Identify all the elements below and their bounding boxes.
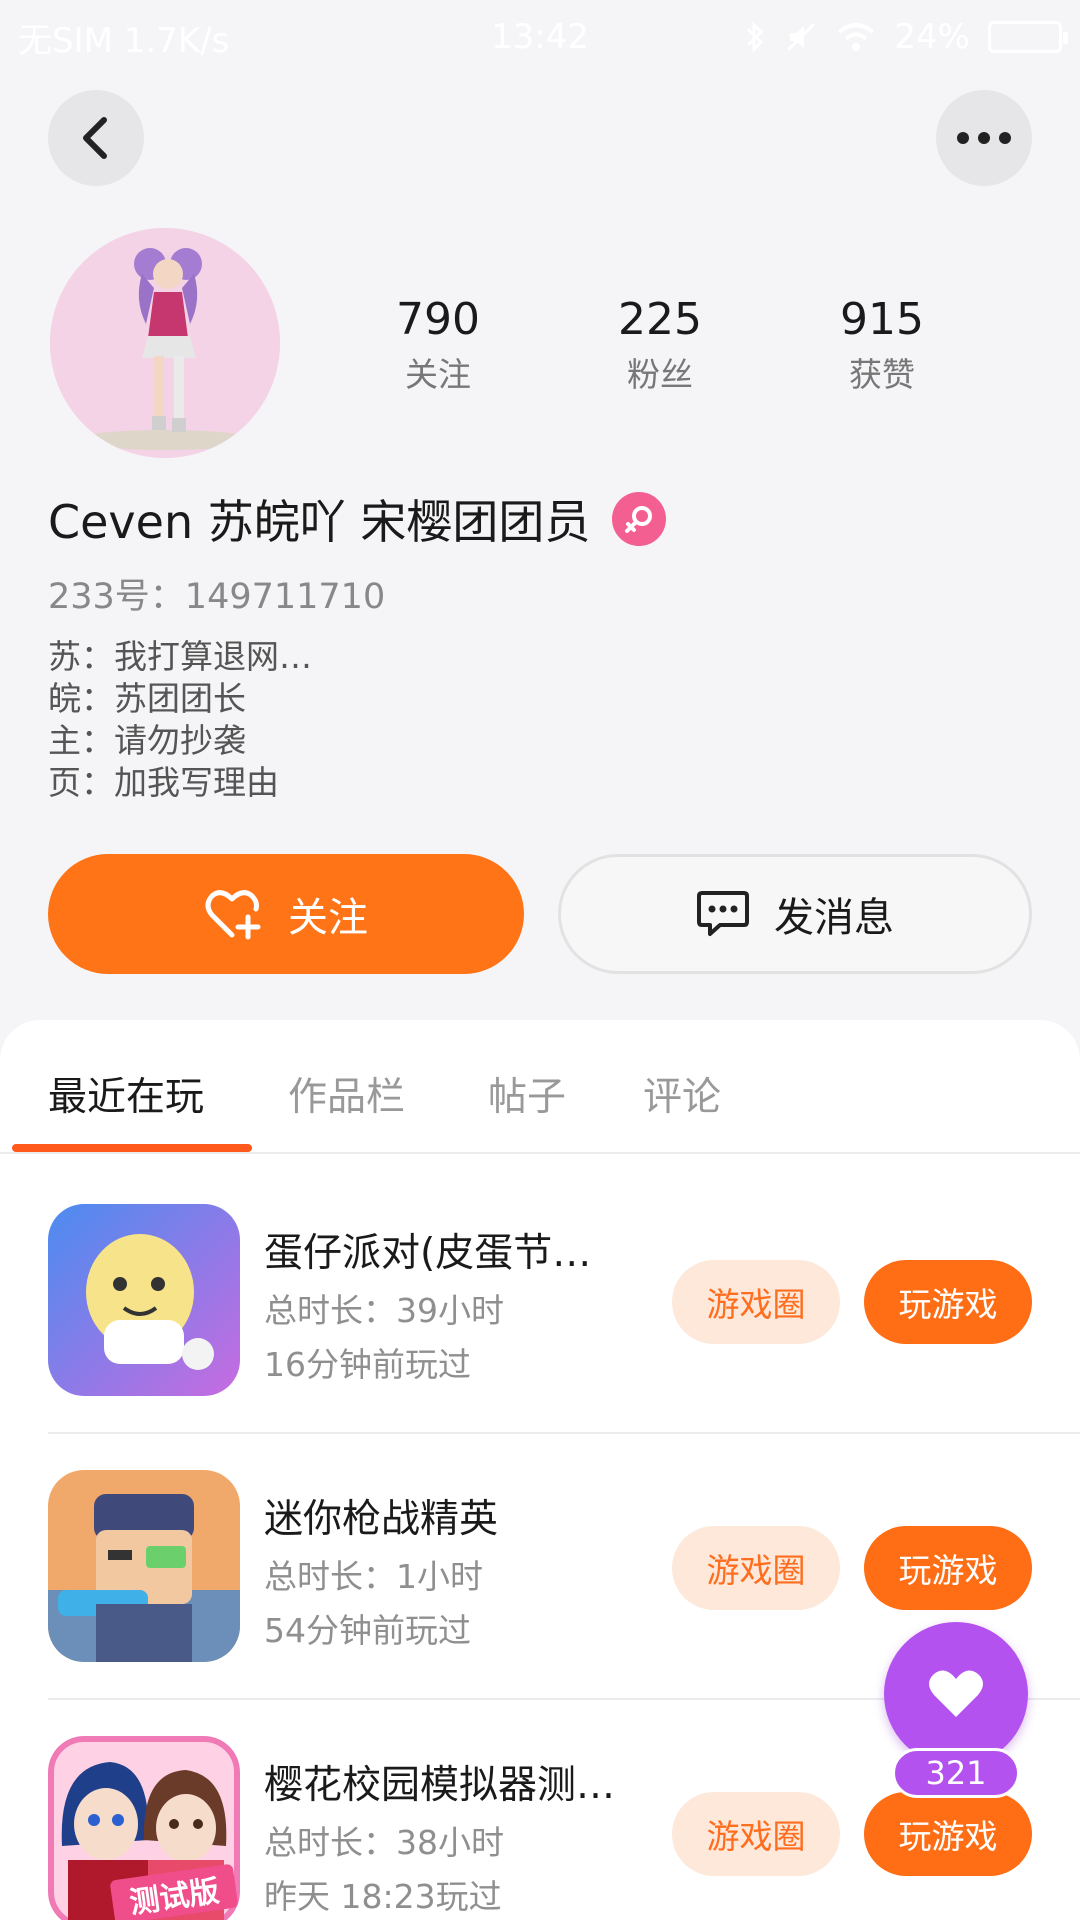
stat-likes-count: 915 — [840, 294, 924, 345]
back-button[interactable] — [48, 90, 144, 186]
game-name: 蛋仔派对(皮蛋节… — [264, 1231, 592, 1276]
play-game-button[interactable]: 玩游戏 — [864, 1526, 1032, 1610]
game-circle-button[interactable]: 游戏圈 — [672, 1526, 840, 1610]
tab-active-indicator — [12, 1144, 252, 1152]
game-total-playtime: 总时长：1小时 — [264, 1557, 483, 1596]
bio-line: 苏：我打算退网… — [48, 637, 312, 676]
play-game-button[interactable]: 玩游戏 — [864, 1260, 1032, 1344]
game-total-playtime: 总时长：39小时 — [264, 1291, 504, 1330]
tab-posts[interactable]: 帖子 — [488, 1066, 566, 1122]
divider — [48, 1432, 1080, 1434]
status-bar: 无SIM 1.7K/s 13:42 24% — [0, 0, 1080, 74]
bio-line: 皖：苏团团长 — [48, 679, 246, 718]
game-circle-button[interactable]: 游戏圈 — [672, 1260, 840, 1344]
chevron-left-icon — [83, 117, 107, 159]
stat-following[interactable]: 790 关注 — [338, 292, 538, 398]
follow-button-label: 关注 — [288, 895, 368, 941]
game-icon[interactable] — [48, 1470, 240, 1662]
gender-badge — [612, 492, 667, 546]
stat-likes-label: 获赞 — [849, 355, 915, 394]
heart-plus-icon — [205, 890, 261, 940]
heart-icon — [929, 1670, 983, 1717]
stat-fans-label: 粉丝 — [627, 355, 693, 394]
like-floating-button[interactable] — [884, 1622, 1028, 1766]
game-name: 樱花校园模拟器测… — [264, 1763, 616, 1808]
profile-tabs: 最近在玩 作品栏 帖子 评论 — [0, 1020, 1080, 1154]
avatar[interactable] — [50, 228, 280, 458]
game-name: 迷你枪战精英 — [264, 1497, 499, 1542]
game-icon[interactable] — [48, 1204, 240, 1396]
send-message-button-label: 发消息 — [774, 895, 894, 941]
game-last-played: 昨天 18:23玩过 — [264, 1877, 502, 1916]
play-game-button[interactable]: 玩游戏 — [864, 1792, 1032, 1876]
chat-bubble-icon — [697, 891, 749, 936]
stat-following-label: 关注 — [405, 355, 471, 394]
eggy-party-game-image — [48, 1204, 240, 1396]
username-row: Ceven 苏皖吖 宋樱团团员 — [48, 486, 667, 552]
game-last-played: 16分钟前玩过 — [264, 1345, 471, 1384]
tab-comments[interactable]: 评论 — [643, 1066, 721, 1122]
game-total-playtime: 总时长：38小时 — [264, 1823, 504, 1862]
stat-fans-count: 225 — [618, 294, 702, 345]
username: Ceven 苏皖吖 宋樱团团员 — [48, 495, 591, 549]
user-id: 233号：149711710 — [48, 577, 386, 617]
follow-button[interactable]: 关注 — [48, 854, 524, 974]
bio-line: 主：请勿抄袭 — [48, 721, 246, 760]
female-icon — [625, 506, 653, 533]
like-count: 321 — [892, 1748, 1020, 1798]
mini-gunfight-game-image — [48, 1470, 240, 1662]
bio: 苏：我打算退网… 皖：苏团团长 主：请勿抄袭 页：加我写理由 — [48, 636, 312, 804]
tab-recently-played[interactable]: 最近在玩 — [48, 1066, 204, 1122]
more-button[interactable] — [936, 90, 1032, 186]
stat-fans[interactable]: 225 粉丝 — [560, 292, 760, 398]
tab-works[interactable]: 作品栏 — [288, 1066, 405, 1122]
battery-icon — [988, 21, 1068, 53]
bio-line: 页：加我写理由 — [48, 763, 279, 802]
more-dots-icon — [957, 132, 1011, 144]
game-list-item[interactable]: 蛋仔派对(皮蛋节… 总时长：39小时 16分钟前玩过 游戏圈 玩游戏 — [48, 1204, 1032, 1404]
game-circle-button[interactable]: 游戏圈 — [672, 1792, 840, 1876]
game-list-item[interactable]: 迷你枪战精英 总时长：1小时 54分钟前玩过 游戏圈 玩游戏 — [48, 1470, 1032, 1670]
stat-following-count: 790 — [396, 294, 480, 345]
game-last-played: 54分钟前玩过 — [264, 1611, 471, 1650]
send-message-button[interactable]: 发消息 — [558, 854, 1032, 974]
status-time: 13:42 — [491, 17, 589, 57]
stat-likes[interactable]: 915 获赞 — [782, 292, 982, 398]
avatar-character-image — [50, 228, 280, 458]
